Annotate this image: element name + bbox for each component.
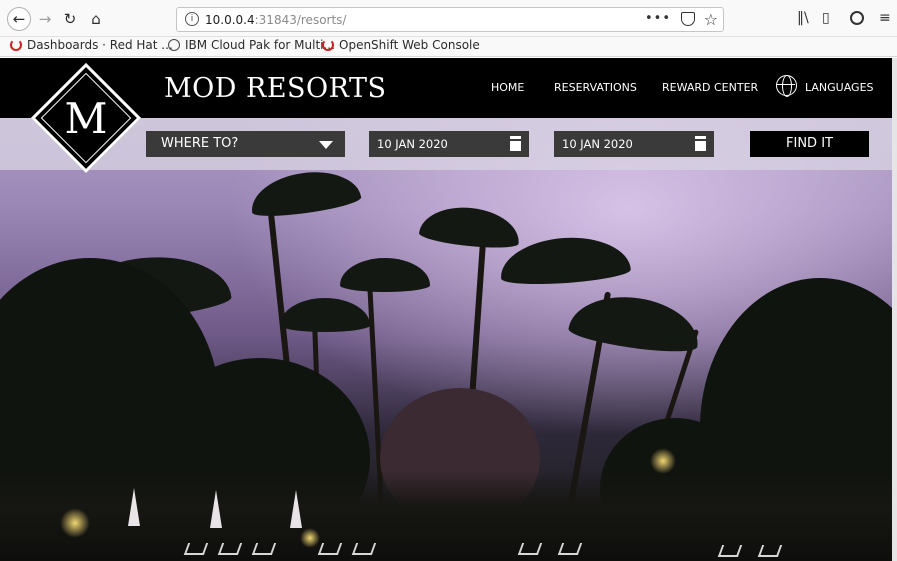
page-actions-icon[interactable]: •••	[645, 11, 671, 26]
check-out-value: 10 JAN 2020	[562, 137, 633, 151]
address-bar[interactable]: i 10.0.0.4:31843/resorts/ ••• ☆	[176, 7, 724, 32]
find-it-button[interactable]: FIND IT	[750, 131, 869, 157]
lamp-light	[300, 528, 320, 548]
destination-select[interactable]: WHERE TO?	[146, 131, 345, 157]
redhat-icon	[322, 39, 334, 51]
brand-title[interactable]: MOD RESORTS	[164, 73, 387, 104]
caret-down-icon	[319, 141, 333, 149]
lamp-light	[650, 448, 676, 474]
reload-icon[interactable]: ↻	[59, 8, 81, 30]
bookmark-dashboards[interactable]: Dashboards · Red Hat ...	[10, 38, 173, 52]
nav-reward-center[interactable]: REWARD CENTER	[662, 81, 758, 94]
library-icon[interactable]: ‖\	[797, 10, 809, 26]
palm-crown	[567, 289, 703, 357]
check-in-date[interactable]: 10 JAN 2020	[369, 131, 529, 157]
bookmark-ibm-cloud-pak[interactable]: IBM Cloud Pak for Multi...	[168, 38, 335, 52]
url-path: :31843/resorts/	[254, 13, 347, 27]
palm-crown	[247, 165, 363, 221]
bookmark-label: IBM Cloud Pak for Multi...	[185, 38, 335, 52]
check-in-value: 10 JAN 2020	[377, 137, 448, 151]
back-icon[interactable]: ←	[7, 7, 31, 31]
home-icon[interactable]: ⌂	[85, 8, 107, 30]
scrollbar[interactable]	[892, 58, 897, 561]
browser-toolbar: ← → ↻ ⌂ i 10.0.0.4:31843/resorts/ ••• ☆ …	[0, 0, 897, 37]
sidebar-icon[interactable]: ▯	[822, 10, 830, 26]
menu-icon[interactable]: ≡	[879, 10, 891, 26]
calendar-icon[interactable]	[510, 136, 521, 151]
nav-home[interactable]: HOME	[491, 81, 524, 94]
palm-crown	[340, 258, 430, 292]
bookmark-star-icon[interactable]: ☆	[704, 10, 718, 29]
redhat-icon	[10, 39, 22, 51]
destination-label: WHERE TO?	[161, 136, 239, 151]
url-text[interactable]: 10.0.0.4:31843/resorts/	[205, 13, 346, 27]
nav-reservations[interactable]: RESERVATIONS	[554, 81, 637, 94]
info-icon[interactable]: i	[185, 12, 199, 26]
page-content: M MOD RESORTS HOME RESERVATIONS REWARD C…	[0, 58, 897, 561]
palm-crown	[418, 202, 522, 252]
check-out-date[interactable]: 10 JAN 2020	[554, 131, 714, 157]
forward-icon[interactable]: →	[34, 8, 56, 30]
globe-icon[interactable]	[776, 75, 797, 97]
bookmark-label: Dashboards · Red Hat ...	[27, 38, 173, 52]
url-host: 10.0.0.4	[205, 13, 255, 27]
extension-icon[interactable]	[850, 11, 864, 25]
nav-languages[interactable]: LANGUAGES	[805, 81, 874, 94]
site-header	[0, 58, 897, 118]
globe-icon	[168, 39, 180, 51]
logo-letter: M	[64, 94, 108, 143]
pocket-icon[interactable]	[681, 12, 695, 26]
bookmark-label: OpenShift Web Console	[339, 38, 480, 52]
bookmark-openshift[interactable]: OpenShift Web Console	[322, 38, 480, 52]
bookmarks-bar: Dashboards · Red Hat ... IBM Cloud Pak f…	[0, 37, 897, 57]
calendar-icon[interactable]	[695, 136, 706, 151]
palm-crown	[280, 298, 370, 332]
lamp-light	[60, 508, 90, 538]
